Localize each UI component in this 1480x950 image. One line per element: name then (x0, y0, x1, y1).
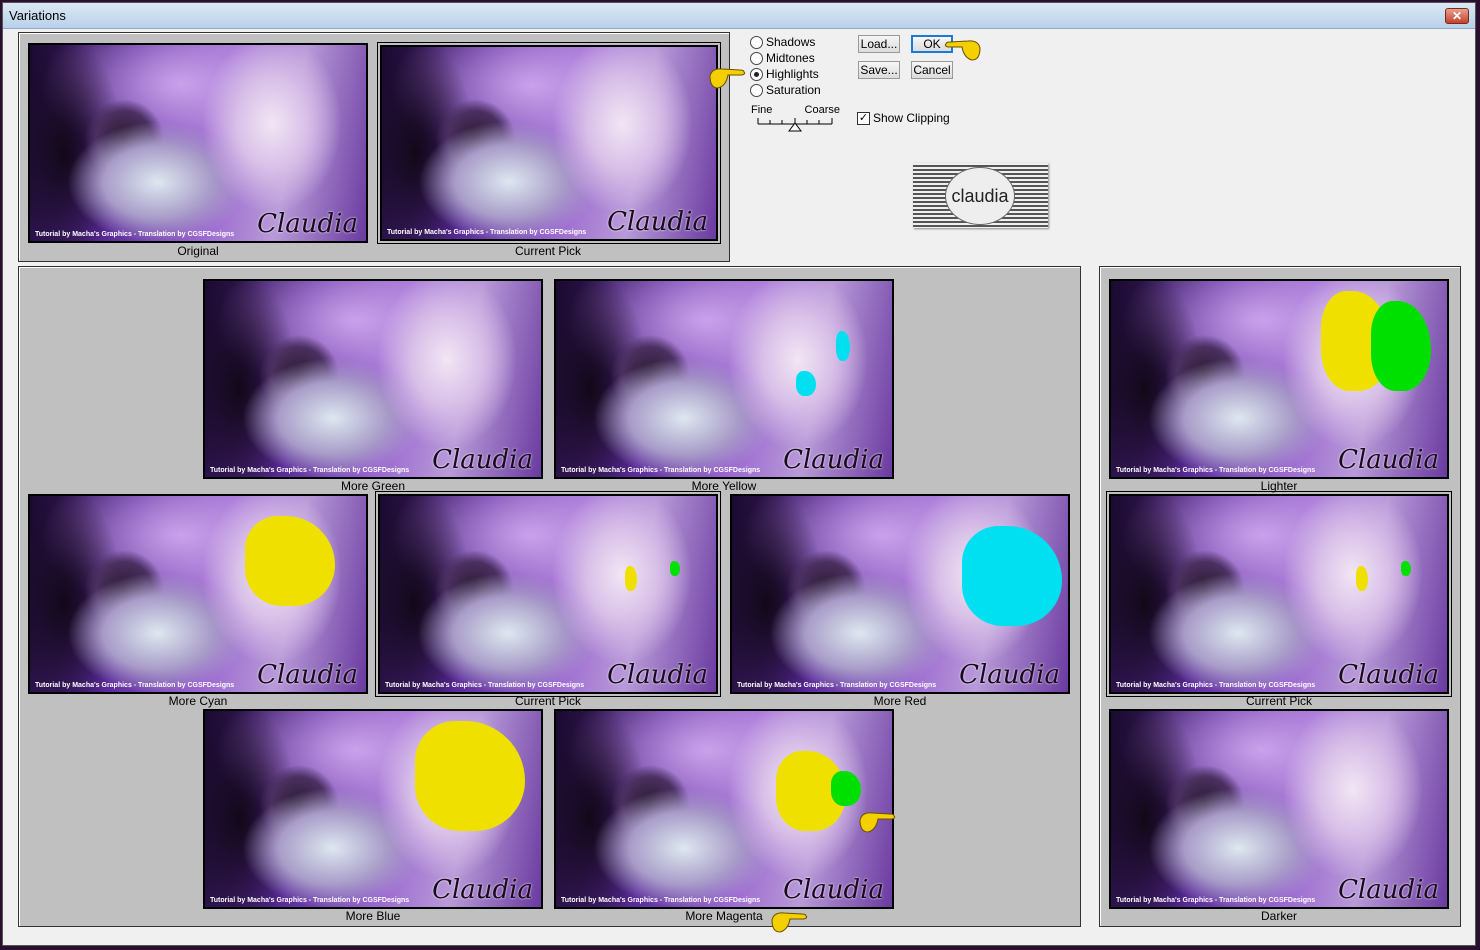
watermark: Claudia (1338, 660, 1439, 690)
watermark: Claudia (1338, 445, 1439, 475)
watermark: Claudia (607, 207, 708, 237)
show-clipping-checkbox[interactable]: ✓ Show Clipping (857, 111, 950, 125)
darker-thumbnail[interactable]: Tutorial by Macha's Graphics - Translati… (1109, 709, 1449, 909)
show-clipping-label: Show Clipping (873, 111, 950, 125)
radio-icon (750, 83, 763, 97)
darker-label: Darker (1260, 909, 1297, 923)
lighter-label: Lighter (1260, 479, 1298, 493)
more-blue-thumbnail[interactable]: Tutorial by Macha's Graphics - Translati… (203, 709, 543, 909)
checkbox-checked-icon: ✓ (857, 111, 870, 125)
radio-icon (750, 35, 763, 49)
clipping-yellow (625, 566, 637, 591)
watermark: Claudia (959, 660, 1060, 690)
clipping-yellow (415, 721, 525, 831)
current-pick-label: Current Pick (514, 244, 582, 258)
watermark: Claudia (783, 875, 884, 905)
caption: Tutorial by Macha's Graphics - Translati… (1116, 682, 1316, 689)
load-button[interactable]: Load... (858, 35, 900, 53)
pointing-hand-icon (944, 40, 981, 61)
caption: Tutorial by Macha's Graphics - Translati… (35, 231, 235, 238)
original-preview: Tutorial by Macha's Graphics - Translati… (28, 43, 368, 243)
current-pick-label: Current Pick (514, 694, 582, 708)
window-title: Variations (9, 8, 66, 23)
pointing-hand-icon (771, 912, 808, 933)
brightness-current-pick-label: Current Pick (1245, 694, 1313, 708)
more-yellow-thumbnail[interactable]: Tutorial by Macha's Graphics - Translati… (554, 279, 894, 479)
watermark: Claudia (257, 209, 358, 239)
clipping-cyan (796, 371, 816, 396)
radio-label: Midtones (766, 51, 815, 65)
slider-track (757, 118, 833, 132)
radio-label: Saturation (766, 83, 821, 97)
current-pick-thumbnail[interactable]: Tutorial by Macha's Graphics - Translati… (375, 491, 721, 697)
watermark: Claudia (607, 660, 708, 690)
close-button[interactable]: ✕ (1445, 8, 1469, 24)
watermark: Claudia (432, 445, 533, 475)
caption: Tutorial by Macha's Graphics - Translati… (1116, 897, 1316, 904)
cancel-button[interactable]: Cancel (911, 61, 953, 79)
title-bar: Variations ✕ (3, 3, 1475, 29)
clipping-green (1371, 301, 1431, 391)
fine-coarse-slider[interactable]: Fine Coarse (750, 104, 840, 134)
original-label: Original (177, 244, 219, 258)
radio-shadows[interactable]: Shadows (750, 35, 815, 49)
caption: Tutorial by Macha's Graphics - Translati… (561, 467, 761, 474)
watermark: Claudia (257, 660, 358, 690)
watermark: Claudia (432, 875, 533, 905)
more-cyan-label: More Cyan (168, 694, 228, 708)
watermark: Claudia (1338, 875, 1439, 905)
radio-label: Shadows (766, 35, 816, 49)
current-pick-preview: Tutorial by Macha's Graphics - Translati… (377, 42, 721, 244)
radio-highlights[interactable]: Highlights (750, 67, 819, 81)
caption: Tutorial by Macha's Graphics - Translati… (35, 682, 235, 689)
caption: Tutorial by Macha's Graphics - Translati… (210, 467, 410, 474)
more-red-label: More Red (873, 694, 927, 708)
radio-label: Highlights (766, 67, 819, 81)
clipping-cyan (836, 331, 850, 361)
caption: Tutorial by Macha's Graphics - Translati… (737, 682, 937, 689)
clipping-yellow (245, 516, 335, 606)
watermark: Claudia (783, 445, 884, 475)
caption: Tutorial by Macha's Graphics - Translati… (387, 229, 587, 236)
clipping-yellow (1356, 566, 1368, 591)
radio-selected-icon (750, 67, 763, 81)
more-blue-label: More Blue (345, 909, 401, 923)
more-yellow-label: More Yellow (691, 479, 757, 493)
caption: Tutorial by Macha's Graphics - Translati… (561, 897, 761, 904)
brightness-current-pick-thumbnail[interactable]: Tutorial by Macha's Graphics - Translati… (1106, 491, 1452, 697)
more-green-label: More Green (340, 479, 406, 493)
more-cyan-thumbnail[interactable]: Tutorial by Macha's Graphics - Translati… (28, 494, 368, 694)
lighter-thumbnail[interactable]: Tutorial by Macha's Graphics - Translati… (1109, 279, 1449, 479)
pointing-hand-icon (859, 812, 896, 833)
clipping-green (831, 771, 861, 806)
more-red-thumbnail[interactable]: Tutorial by Macha's Graphics - Translati… (730, 494, 1070, 694)
pointing-hand-icon (709, 68, 746, 89)
radio-saturation[interactable]: Saturation (750, 83, 821, 97)
caption: Tutorial by Macha's Graphics - Translati… (1116, 467, 1316, 474)
clipping-cyan (962, 526, 1062, 626)
clipping-green (670, 561, 680, 576)
caption: Tutorial by Macha's Graphics - Translati… (210, 897, 410, 904)
clipping-green (1401, 561, 1411, 576)
radio-midtones[interactable]: Midtones (750, 51, 815, 65)
more-magenta-label: More Magenta (685, 909, 763, 923)
claudia-logo: claudia (913, 163, 1048, 228)
logo-text: claudia (945, 167, 1015, 225)
more-green-thumbnail[interactable]: Tutorial by Macha's Graphics - Translati… (203, 279, 543, 479)
radio-icon (750, 51, 763, 65)
caption: Tutorial by Macha's Graphics - Translati… (385, 682, 585, 689)
more-magenta-thumbnail[interactable]: Tutorial by Macha's Graphics - Translati… (554, 709, 894, 909)
save-button[interactable]: Save... (858, 61, 900, 79)
